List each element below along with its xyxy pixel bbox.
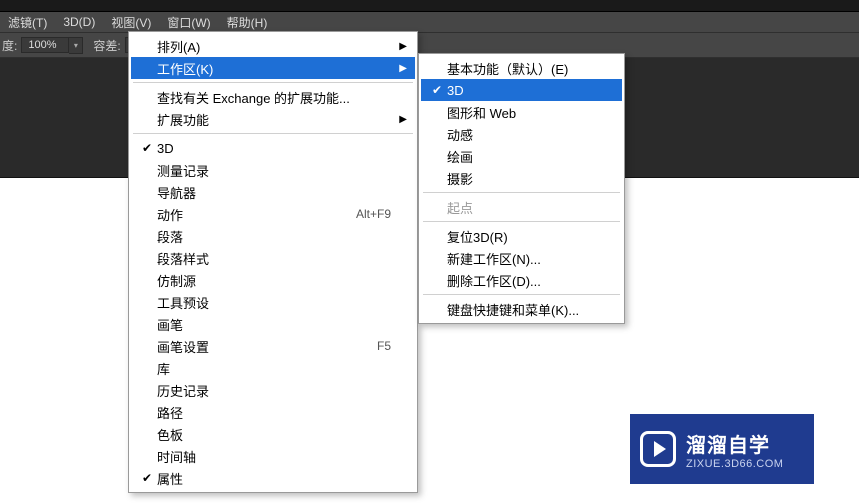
workspace-menu-item[interactable]: 基本功能（默认）(E) xyxy=(421,57,622,79)
window-menu-item[interactable]: 路径 xyxy=(131,401,415,423)
workspace-menu-item[interactable]: ✔3D xyxy=(421,79,622,101)
workspace-menu-item-label: 复位3D(R) xyxy=(447,227,598,246)
window-menu-item[interactable]: 段落样式 xyxy=(131,247,415,269)
workspace-menu-item-label: 摄影 xyxy=(447,169,598,188)
window-menu-item-label: 段落样式 xyxy=(157,249,391,268)
workspace-menu-item[interactable]: 删除工作区(D)... xyxy=(421,269,622,291)
workspace-menu-item-label: 基本功能（默认）(E) xyxy=(447,59,598,78)
window-menu-item-label: 色板 xyxy=(157,425,391,444)
window-menu-item[interactable]: 时间轴 xyxy=(131,445,415,467)
window-menu-item[interactable]: 色板 xyxy=(131,423,415,445)
workspace-menu-item[interactable]: 绘画 xyxy=(421,145,622,167)
window-menu-item[interactable]: 动作 Alt+F9 xyxy=(131,203,415,225)
window-menu-item[interactable]: 扩展功能 ▶ xyxy=(131,108,415,130)
window-menu-item[interactable]: 导航器 xyxy=(131,181,415,203)
window-menu-item[interactable]: 画笔设置 F5 xyxy=(131,335,415,357)
window-menu-item-label: 历史记录 xyxy=(157,381,391,400)
menu-view[interactable]: 视图(V) xyxy=(103,12,159,33)
window-menu-item[interactable]: ✔3D xyxy=(131,137,415,159)
workspace-menu-item-label: 动感 xyxy=(447,125,598,144)
workspace-menu-item[interactable]: 新建工作区(N)... xyxy=(421,247,622,269)
degree-dropdown-icon[interactable]: ▾ xyxy=(69,37,83,54)
workspace-menu-item[interactable]: 摄影 xyxy=(421,167,622,189)
workspace-menu-item-label: 图形和 Web xyxy=(447,103,598,122)
window-menu-item[interactable]: 测量记录 xyxy=(131,159,415,181)
window-menu-item-label: 路径 xyxy=(157,403,391,422)
window-menu-item[interactable]: 查找有关 Exchange 的扩展功能... xyxy=(131,86,415,108)
window-menu-item-label: 画笔 xyxy=(157,315,391,334)
workspace-menu-item-label: 删除工作区(D)... xyxy=(447,271,598,290)
workspace-menu-item-label: 绘画 xyxy=(447,147,598,166)
workspace-menu-item-label: 新建工作区(N)... xyxy=(447,249,598,268)
menu-3d[interactable]: 3D(D) xyxy=(55,13,103,31)
workspace-menu-item-label: 3D xyxy=(447,83,598,98)
menu-help[interactable]: 帮助(H) xyxy=(219,12,276,33)
window-menu-item-label: 属性 xyxy=(157,469,391,488)
workspace-menu-separator xyxy=(423,221,620,222)
tolerance-label: 容差: xyxy=(93,37,120,54)
menu-filter[interactable]: 滤镜(T) xyxy=(0,12,55,33)
window-menu-item[interactable]: 画笔 xyxy=(131,313,415,335)
workspace-menu-separator xyxy=(423,192,620,193)
window-menu-item[interactable]: 段落 xyxy=(131,225,415,247)
window-menu-item-label: 段落 xyxy=(157,227,391,246)
watermark-url: ZIXUE.3D66.COM xyxy=(686,458,783,470)
checkmark-icon: ✔ xyxy=(427,83,447,97)
window-top-strip xyxy=(0,0,859,12)
window-menu-item[interactable]: 库 xyxy=(131,357,415,379)
window-menu-item-label: 画笔设置 xyxy=(157,337,347,356)
checkmark-icon: ✔ xyxy=(137,471,157,485)
window-menu-item[interactable]: 仿制源 xyxy=(131,269,415,291)
window-menu-item-label: 导航器 xyxy=(157,183,391,202)
workspace-menu-item: 起点 xyxy=(421,196,622,218)
window-menu-item[interactable]: 工作区(K) ▶ xyxy=(131,57,415,79)
window-menu-item[interactable]: 排列(A) ▶ xyxy=(131,35,415,57)
submenu-arrow-icon: ▶ xyxy=(399,41,407,52)
degree-label: 度: xyxy=(2,37,17,54)
window-menu-item-label: 排列(A) xyxy=(157,37,391,56)
checkmark-icon: ✔ xyxy=(137,141,157,155)
watermark-title: 溜溜自学 xyxy=(686,429,783,458)
workspace-menu-separator xyxy=(423,294,620,295)
window-menu-item[interactable]: 工具预设 xyxy=(131,291,415,313)
workspace-menu-item[interactable]: 动感 xyxy=(421,123,622,145)
window-menu-item-label: 扩展功能 xyxy=(157,110,391,129)
submenu-arrow-icon: ▶ xyxy=(399,63,407,74)
window-menu-separator xyxy=(133,133,413,134)
workspace-menu-item[interactable]: 复位3D(R) xyxy=(421,225,622,247)
window-menu-separator xyxy=(133,82,413,83)
window-menu-item[interactable]: 历史记录 xyxy=(131,379,415,401)
watermark: 溜溜自学 ZIXUE.3D66.COM xyxy=(630,414,814,484)
shortcut-label: F5 xyxy=(377,339,391,353)
shortcut-label: Alt+F9 xyxy=(356,207,391,221)
window-menu-item-label: 动作 xyxy=(157,205,326,224)
window-menu-item-label: 3D xyxy=(157,141,391,156)
workspace-submenu-dropdown: 基本功能（默认）(E)✔3D 图形和 Web 动感绘画摄影起点复位3D(R) 新建工作… xyxy=(418,53,625,324)
menubar: 滤镜(T) 3D(D) 视图(V) 窗口(W) 帮助(H) xyxy=(0,12,859,32)
window-menu-item-label: 仿制源 xyxy=(157,271,391,290)
workspace-menu-item-label: 键盘快捷键和菜单(K)... xyxy=(447,300,598,319)
window-menu-dropdown: 排列(A) ▶ 工作区(K) ▶ 查找有关 Exchange 的扩展功能... 扩展功能 ▶… xyxy=(128,31,418,493)
window-menu-item-label: 查找有关 Exchange 的扩展功能... xyxy=(157,88,391,107)
workspace-menu-item-label: 起点 xyxy=(447,198,598,217)
play-logo-icon xyxy=(640,431,676,467)
window-menu-item[interactable]: ✔属性 xyxy=(131,467,415,489)
window-menu-item-label: 测量记录 xyxy=(157,161,391,180)
degree-field[interactable]: 100% xyxy=(21,37,69,53)
window-menu-item-label: 工具预设 xyxy=(157,293,391,312)
workspace-menu-item[interactable]: 图形和 Web xyxy=(421,101,622,123)
submenu-arrow-icon: ▶ xyxy=(399,114,407,125)
workspace-menu-item[interactable]: 键盘快捷键和菜单(K)... xyxy=(421,298,622,320)
menu-window[interactable]: 窗口(W) xyxy=(159,12,218,33)
window-menu-item-label: 工作区(K) xyxy=(157,59,391,78)
window-menu-item-label: 库 xyxy=(157,359,391,378)
window-menu-item-label: 时间轴 xyxy=(157,447,391,466)
